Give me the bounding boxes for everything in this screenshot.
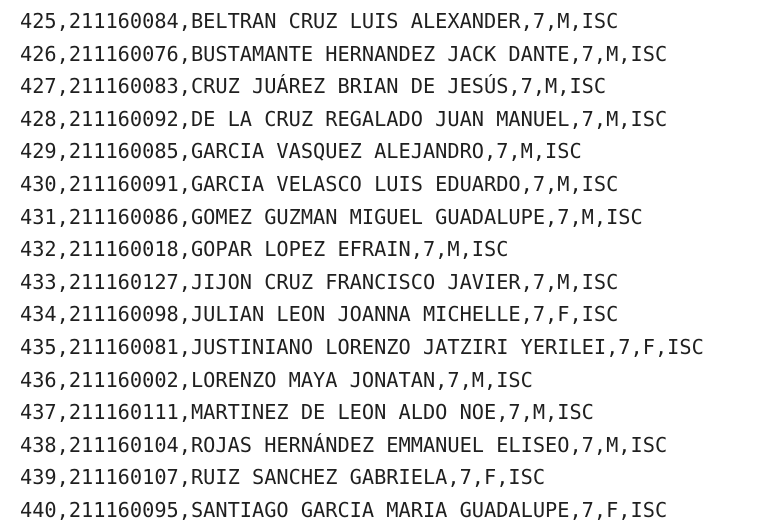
csv-text-view: 425,211160084,BELTRAN CRUZ LUIS ALEXANDE… <box>20 5 782 527</box>
csv-line: 431,211160086,GOMEZ GUZMAN MIGUEL GUADAL… <box>20 204 643 229</box>
csv-line: 440,211160095,SANTIAGO GARCIA MARIA GUAD… <box>20 497 668 522</box>
csv-line: 432,211160018,GOPAR LOPEZ EFRAIN,7,M,ISC <box>20 237 509 262</box>
csv-line: 430,211160091,GARCIA VELASCO LUIS EDUARD… <box>20 171 619 196</box>
csv-line: 437,211160111,MARTINEZ DE LEON ALDO NOE,… <box>20 400 594 425</box>
csv-line: 429,211160085,GARCIA VASQUEZ ALEJANDRO,7… <box>20 139 582 164</box>
csv-line: 436,211160002,LORENZO MAYA JONATAN,7,M,I… <box>20 367 533 392</box>
csv-line: 435,211160081,JUSTINIANO LORENZO JATZIRI… <box>20 334 704 359</box>
csv-line: 438,211160104,ROJAS HERNÁNDEZ EMMANUEL E… <box>20 432 668 457</box>
csv-line: 428,211160092,DE LA CRUZ REGALADO JUAN M… <box>20 106 668 131</box>
csv-line: 426,211160076,BUSTAMANTE HERNANDEZ JACK … <box>20 41 668 66</box>
csv-line: 439,211160107,RUIZ SANCHEZ GABRIELA,7,F,… <box>20 465 546 490</box>
csv-line: 434,211160098,JULIAN LEON JOANNA MICHELL… <box>20 302 619 327</box>
csv-line: 433,211160127,JIJON CRUZ FRANCISCO JAVIE… <box>20 269 619 294</box>
csv-line: 427,211160083,CRUZ JUÁREZ BRIAN DE JESÚS… <box>20 74 607 99</box>
csv-line: 425,211160084,BELTRAN CRUZ LUIS ALEXANDE… <box>20 9 619 33</box>
